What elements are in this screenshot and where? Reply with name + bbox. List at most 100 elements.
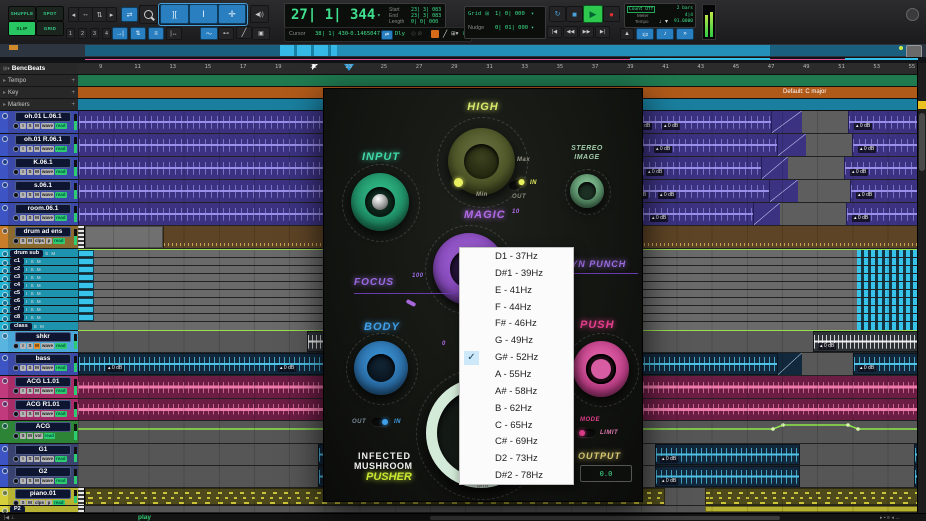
- track-button-m[interactable]: M: [34, 169, 40, 175]
- track-button-s[interactable]: S: [27, 146, 33, 152]
- pencil-icon[interactable]: ╱: [443, 30, 447, 38]
- track-button-s[interactable]: S: [27, 192, 33, 198]
- insertion-follows-button[interactable]: |↔: [166, 27, 182, 40]
- track-name[interactable]: c2: [10, 266, 25, 273]
- zoom-vertical-icon[interactable]: ⇅: [92, 7, 107, 22]
- dropdown-item[interactable]: F# - 46Hz: [460, 315, 573, 332]
- track-button-s[interactable]: S: [27, 365, 33, 371]
- mirrored-midi-button[interactable]: 〜: [200, 27, 218, 40]
- zoom-in-arrow-icon[interactable]: ▸: [106, 7, 117, 22]
- track-button-wave[interactable]: wave: [41, 365, 55, 371]
- clip-pfade[interactable]: [778, 134, 806, 156]
- track-header[interactable]: drum ad ens S Mclps p read: [8, 226, 78, 249]
- grid-label[interactable]: Grid: [468, 11, 481, 17]
- record-enable-icon[interactable]: [13, 238, 19, 244]
- zoom-preset-4[interactable]: 4: [102, 28, 111, 39]
- session-status-icon[interactable]: [431, 30, 439, 38]
- play-button[interactable]: ▶: [583, 5, 603, 23]
- track-button-m[interactable]: M: [34, 456, 40, 462]
- delay-compensation-label[interactable]: Dly: [395, 31, 405, 37]
- link-timeline-button[interactable]: ⇅: [130, 27, 146, 40]
- track-lane[interactable]: [78, 506, 918, 513]
- track-button-i[interactable]: I: [20, 215, 26, 221]
- track-color-strip[interactable]: [0, 376, 8, 399]
- record-enable-icon[interactable]: [13, 433, 19, 439]
- vscroll-thumb[interactable]: [919, 113, 925, 171]
- dropdown-item[interactable]: B - 62Hz: [460, 400, 573, 417]
- vertical-scrollbar[interactable]: [917, 63, 926, 513]
- track-color-strip[interactable]: [0, 203, 8, 226]
- input-knob[interactable]: [351, 173, 409, 231]
- loop-record-button[interactable]: ▣: [252, 27, 270, 40]
- track-color-strip[interactable]: [0, 290, 8, 298]
- dropdown-item[interactable]: ✓ G# - 52Hz: [460, 349, 573, 366]
- clip-cyan[interactable]: [78, 290, 94, 297]
- count-off-label[interactable]: Count Off: [627, 6, 656, 13]
- track-color-strip[interactable]: [0, 488, 8, 506]
- track-button-wave[interactable]: wave: [41, 123, 55, 129]
- record-enable-icon[interactable]: [13, 365, 19, 371]
- track-button-wave[interactable]: wave: [41, 388, 55, 394]
- clip-cyan[interactable]: [78, 250, 94, 257]
- hscroll-thumb[interactable]: [430, 516, 780, 520]
- track-name[interactable]: G2: [15, 467, 71, 477]
- track-button-i[interactable]: I: [20, 411, 26, 417]
- track-header[interactable]: drum sub S M: [8, 249, 78, 258]
- track-color-strip[interactable]: [0, 322, 8, 331]
- track-color-strip[interactable]: [0, 314, 8, 322]
- clip-pfade[interactable]: [754, 203, 780, 225]
- track-header[interactable]: piano.01 S Mclps p read: [8, 488, 78, 506]
- track-header[interactable]: oh.01 R.06.1 I S Mwave read: [8, 134, 78, 157]
- zoom-preset-2[interactable]: 2: [78, 28, 87, 39]
- key-lane-header[interactable]: ▸ Key +: [0, 87, 78, 99]
- track-name[interactable]: s.06.1: [15, 181, 71, 191]
- track-button-m[interactable]: M: [34, 411, 40, 417]
- track-color-strip[interactable]: [0, 157, 8, 180]
- layered-editing-button[interactable]: ⊷: [218, 27, 234, 40]
- clip-cyancluster[interactable]: [857, 298, 918, 305]
- track-name[interactable]: drum ad ens: [15, 227, 71, 237]
- clip-cyan[interactable]: [78, 314, 94, 321]
- nudge-value[interactable]: 0| 01| 000: [495, 25, 528, 31]
- clip-cyan[interactable]: [78, 258, 94, 265]
- track-name[interactable]: c6: [10, 298, 25, 305]
- track-header[interactable]: ACG L1.01 I S Mwave read: [8, 376, 78, 399]
- track-name[interactable]: c3: [10, 274, 25, 281]
- body-knob[interactable]: [354, 341, 408, 395]
- track-button-s[interactable]: S: [27, 123, 33, 129]
- track-header[interactable]: c4 I S M: [8, 282, 78, 290]
- record-enable-icon[interactable]: [13, 215, 19, 221]
- track-color-strip[interactable]: [0, 466, 8, 488]
- track-name[interactable]: c1: [10, 258, 25, 265]
- track-button-wave[interactable]: wave: [41, 411, 55, 417]
- track-button-i[interactable]: I: [20, 343, 26, 349]
- clip-cyancluster[interactable]: [857, 282, 918, 289]
- clip-cyan[interactable]: [78, 266, 94, 273]
- track-button-s[interactable]: S: [27, 343, 33, 349]
- track-button-i[interactable]: I: [20, 388, 26, 394]
- clip-ymidi[interactable]: [705, 488, 918, 505]
- clip-cyan[interactable]: [78, 306, 94, 313]
- track-button-vol[interactable]: vol: [34, 433, 43, 439]
- dropdown-item[interactable]: C - 65Hz: [460, 417, 573, 434]
- clip-cyan[interactable]: [78, 274, 94, 281]
- tempo-ruler-button[interactable]: ♪: [656, 28, 674, 40]
- clip-ythin[interactable]: [705, 506, 918, 512]
- link-track-selection-button[interactable]: ≡: [148, 27, 164, 40]
- track-button-m[interactable]: M: [27, 433, 33, 439]
- track-name[interactable]: bass: [15, 354, 71, 364]
- track-button-s[interactable]: S: [20, 238, 26, 244]
- edit-mode-slip[interactable]: SLIP: [8, 21, 36, 36]
- dropdown-item[interactable]: A# - 58Hz: [460, 383, 573, 400]
- track-name[interactable]: shkr: [15, 332, 71, 342]
- main-counter-panel[interactable]: 27| 1| 344 ▾ Start 23| 3| 083 End 23| 3|…: [284, 3, 446, 28]
- track-name[interactable]: c5: [10, 290, 25, 297]
- track-name[interactable]: c8: [10, 314, 25, 321]
- track-buttons-small[interactable]: S M: [45, 251, 56, 256]
- record-enable-icon[interactable]: [13, 123, 19, 129]
- stop-button[interactable]: ■: [566, 6, 583, 22]
- high-knob[interactable]: [448, 128, 515, 195]
- track-button-s[interactable]: S: [27, 169, 33, 175]
- track-buttons-small[interactable]: I S M: [26, 307, 42, 312]
- caret-down-icon[interactable]: ▾: [377, 12, 381, 19]
